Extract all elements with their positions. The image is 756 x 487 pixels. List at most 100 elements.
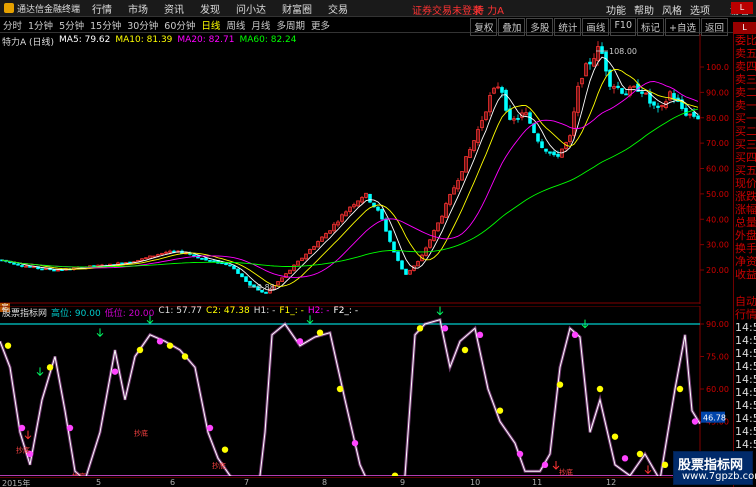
menu-item-market[interactable]: 市场 — [120, 1, 156, 16]
ma5-line — [1, 56, 699, 291]
candle-body — [696, 115, 700, 120]
quote-field-label: 买三 — [735, 138, 756, 151]
y-tick-label: 30.00 — [706, 241, 729, 250]
indicator-high: 高位: 90.00 — [51, 309, 101, 319]
right-menu: 功能 帮助 风格 选项 游客 — [606, 2, 750, 17]
quote-field-label: 卖五 — [735, 47, 756, 60]
period-intraday[interactable]: 分时 — [0, 18, 25, 32]
candle-body — [376, 206, 380, 211]
menu-function[interactable]: 功能 — [606, 2, 626, 17]
menu-style[interactable]: 风格 — [662, 2, 682, 17]
candle-body — [684, 107, 688, 116]
candle-body — [368, 193, 372, 203]
quote-field-label: 总量 — [735, 216, 756, 229]
quote-field-label: 买四 — [735, 151, 756, 164]
bottom-signal-label: 抄底 — [559, 467, 573, 476]
date-label: 12 — [606, 478, 617, 487]
app-logo: 通达信金融终端 — [0, 2, 84, 15]
candle-body — [692, 111, 696, 117]
candle-body — [652, 101, 656, 106]
candle-body — [620, 88, 624, 94]
candle-body — [264, 291, 268, 294]
menu-item-trade[interactable]: 交易 — [320, 1, 356, 16]
period-more[interactable]: 更多 — [308, 18, 333, 32]
candle-body — [396, 251, 400, 261]
signal-dot — [556, 381, 564, 388]
watermark-logo: 股票指标网 www.7gpzb.com — [673, 451, 756, 485]
menu-item-quotes[interactable]: 行情 — [84, 1, 120, 16]
candle-body — [600, 46, 604, 54]
indicator-legend: 股票指标网 高位: 90.00 低位: 20.00 C1: 57.77 C2: … — [2, 306, 358, 319]
quote-field-label: 外盘 — [735, 229, 756, 242]
candle-body — [532, 123, 536, 134]
signal-dot — [571, 331, 579, 339]
menu-help[interactable]: 帮助 — [634, 2, 654, 17]
current-value-label: 46.78 — [703, 414, 726, 423]
quote-field-label: 委比 — [735, 34, 756, 47]
watermark-url: www.7gpzb.com — [682, 471, 756, 482]
ma60-line — [1, 108, 699, 268]
candle-body — [240, 273, 244, 278]
ma10-value: MA10: 81.39 — [115, 35, 173, 45]
indicator-name[interactable]: 股票指标网 — [2, 306, 47, 319]
quote-field-label: 卖四 — [735, 60, 756, 73]
candle-body — [236, 268, 240, 274]
date-label: 11 — [532, 478, 543, 487]
y-tick-label: 90.00 — [706, 320, 729, 329]
date-axis: 2015年 5 6 7 8 9 10 11 12 — [0, 477, 732, 487]
candle-body — [404, 268, 408, 275]
period-multi[interactable]: 多周期 — [273, 18, 308, 32]
signal-dot — [461, 346, 469, 354]
ma10-line — [1, 69, 699, 287]
period-60min[interactable]: 60分钟 — [161, 18, 198, 32]
low-price-label: 9.88 — [257, 283, 275, 292]
indicator-c1: C1: 57.77 — [158, 306, 203, 316]
quote-field-label: 涨幅 — [735, 203, 756, 216]
indicator-chart[interactable]: 90.0075.0060.0045.0030.0046.78买买买买买买买买抄底… — [0, 306, 732, 476]
period-weekly[interactable]: 周线 — [223, 18, 248, 32]
menu-item-news[interactable]: 资讯 — [156, 1, 192, 16]
indicator-h1: H1: - — [253, 306, 276, 316]
candle-body — [604, 51, 608, 72]
candle-body — [544, 148, 548, 152]
ma60-value: MA60: 82.24 — [239, 35, 297, 45]
menu-item-discover[interactable]: 发现 — [192, 1, 228, 16]
candlestick-chart[interactable]: 100.0 90.00 80.00 70.00 60.00 50.00 40.00 30.00… — [0, 34, 732, 304]
quote-field-label: 买五 — [735, 164, 756, 177]
menu-item-wealth[interactable]: 财富圈 — [274, 1, 320, 16]
level2-badge[interactable]: L 8000 — [733, 22, 756, 44]
bottom-signal-label: 抄底 — [72, 472, 86, 476]
candle-body — [208, 260, 212, 262]
stock-name-header: 特 力A — [474, 6, 505, 17]
candle-body — [616, 85, 620, 88]
period-daily[interactable]: 日线 — [198, 18, 223, 32]
signal-dot — [476, 331, 484, 339]
candle-body — [28, 265, 32, 268]
indicator-f2: F2_: - — [333, 306, 359, 316]
menu-item-ask[interactable]: 问小达 — [228, 1, 274, 16]
period-30min[interactable]: 30分钟 — [124, 18, 161, 32]
tick-time-label: 14:5 — [735, 360, 756, 373]
corner-icon[interactable]: L — [731, 2, 753, 14]
signal-dot — [156, 338, 164, 345]
indicator-c2: C2: 47.38 — [206, 306, 250, 316]
signal-dot — [621, 455, 629, 462]
login-status[interactable]: 证券交易未登录 — [412, 2, 482, 17]
candle-body — [556, 153, 560, 157]
candle-body — [232, 265, 236, 270]
candle-body — [228, 264, 232, 267]
candle-body — [388, 230, 392, 242]
ma-legend: 特力A (日线) MA5: 79.62 MA10: 81.39 MA20: 82… — [2, 35, 297, 48]
up-arrow-icon — [644, 465, 652, 475]
menu-options[interactable]: 选项 — [690, 2, 710, 17]
period-5min[interactable]: 5分钟 — [56, 18, 87, 32]
signal-dot — [351, 439, 359, 447]
candle-body — [120, 262, 124, 265]
ma20-line — [1, 81, 699, 278]
candle-body — [224, 262, 228, 266]
quote-field-label: 卖一 — [735, 99, 756, 112]
candle-body — [204, 257, 208, 261]
period-15min[interactable]: 15分钟 — [87, 18, 124, 32]
period-monthly[interactable]: 月线 — [248, 18, 273, 32]
period-1min[interactable]: 1分钟 — [25, 18, 56, 32]
